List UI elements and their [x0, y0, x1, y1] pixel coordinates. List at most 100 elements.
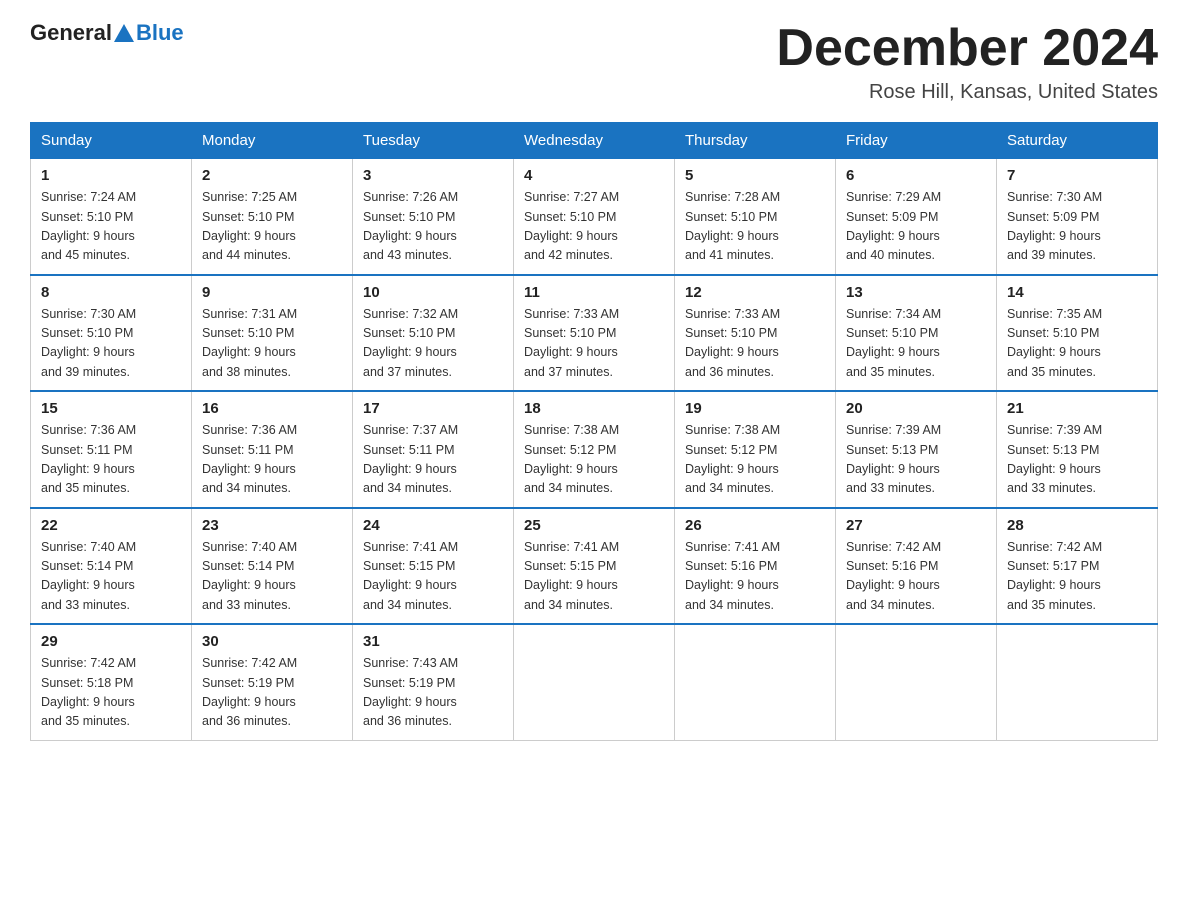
day-number: 2: [202, 167, 342, 184]
day-header-wednesday: Wednesday: [514, 123, 675, 158]
calendar-week-row: 22 Sunrise: 7:40 AMSunset: 5:14 PMDaylig…: [31, 508, 1158, 625]
calendar-cell: 1 Sunrise: 7:24 AMSunset: 5:10 PMDayligh…: [31, 158, 192, 275]
calendar-cell: 8 Sunrise: 7:30 AMSunset: 5:10 PMDayligh…: [31, 275, 192, 392]
logo: General Blue: [30, 20, 184, 46]
day-info: Sunrise: 7:42 AMSunset: 5:17 PMDaylight:…: [1007, 540, 1102, 612]
day-number: 8: [41, 284, 181, 301]
day-number: 26: [685, 517, 825, 534]
day-number: 24: [363, 517, 503, 534]
calendar-cell: 5 Sunrise: 7:28 AMSunset: 5:10 PMDayligh…: [675, 158, 836, 275]
day-info: Sunrise: 7:29 AMSunset: 5:09 PMDaylight:…: [846, 190, 941, 262]
day-number: 22: [41, 517, 181, 534]
calendar-cell: 6 Sunrise: 7:29 AMSunset: 5:09 PMDayligh…: [836, 158, 997, 275]
day-info: Sunrise: 7:26 AMSunset: 5:10 PMDaylight:…: [363, 190, 458, 262]
day-info: Sunrise: 7:39 AMSunset: 5:13 PMDaylight:…: [846, 423, 941, 495]
calendar-cell: 7 Sunrise: 7:30 AMSunset: 5:09 PMDayligh…: [997, 158, 1158, 275]
calendar-cell: 30 Sunrise: 7:42 AMSunset: 5:19 PMDaylig…: [192, 624, 353, 740]
calendar-cell: 31 Sunrise: 7:43 AMSunset: 5:19 PMDaylig…: [353, 624, 514, 740]
calendar-cell: 14 Sunrise: 7:35 AMSunset: 5:10 PMDaylig…: [997, 275, 1158, 392]
day-number: 21: [1007, 400, 1147, 417]
day-number: 31: [363, 633, 503, 650]
calendar-cell: 23 Sunrise: 7:40 AMSunset: 5:14 PMDaylig…: [192, 508, 353, 625]
day-info: Sunrise: 7:25 AMSunset: 5:10 PMDaylight:…: [202, 190, 297, 262]
calendar-subtitle: Rose Hill, Kansas, United States: [776, 81, 1158, 104]
day-number: 9: [202, 284, 342, 301]
calendar-week-row: 8 Sunrise: 7:30 AMSunset: 5:10 PMDayligh…: [31, 275, 1158, 392]
day-info: Sunrise: 7:34 AMSunset: 5:10 PMDaylight:…: [846, 307, 941, 379]
calendar-cell: 21 Sunrise: 7:39 AMSunset: 5:13 PMDaylig…: [997, 391, 1158, 508]
calendar-cell: [836, 624, 997, 740]
day-info: Sunrise: 7:42 AMSunset: 5:16 PMDaylight:…: [846, 540, 941, 612]
day-number: 7: [1007, 167, 1147, 184]
day-info: Sunrise: 7:40 AMSunset: 5:14 PMDaylight:…: [41, 540, 136, 612]
day-info: Sunrise: 7:31 AMSunset: 5:10 PMDaylight:…: [202, 307, 297, 379]
day-number: 10: [363, 284, 503, 301]
day-info: Sunrise: 7:41 AMSunset: 5:15 PMDaylight:…: [524, 540, 619, 612]
day-info: Sunrise: 7:32 AMSunset: 5:10 PMDaylight:…: [363, 307, 458, 379]
calendar-body: 1 Sunrise: 7:24 AMSunset: 5:10 PMDayligh…: [31, 158, 1158, 740]
day-number: 19: [685, 400, 825, 417]
day-header-tuesday: Tuesday: [353, 123, 514, 158]
calendar-cell: 16 Sunrise: 7:36 AMSunset: 5:11 PMDaylig…: [192, 391, 353, 508]
day-header-saturday: Saturday: [997, 123, 1158, 158]
day-number: 6: [846, 167, 986, 184]
calendar-cell: 24 Sunrise: 7:41 AMSunset: 5:15 PMDaylig…: [353, 508, 514, 625]
calendar-week-row: 15 Sunrise: 7:36 AMSunset: 5:11 PMDaylig…: [31, 391, 1158, 508]
day-number: 23: [202, 517, 342, 534]
calendar-cell: 12 Sunrise: 7:33 AMSunset: 5:10 PMDaylig…: [675, 275, 836, 392]
day-number: 30: [202, 633, 342, 650]
day-number: 29: [41, 633, 181, 650]
calendar-cell: 20 Sunrise: 7:39 AMSunset: 5:13 PMDaylig…: [836, 391, 997, 508]
day-info: Sunrise: 7:33 AMSunset: 5:10 PMDaylight:…: [685, 307, 780, 379]
day-number: 11: [524, 284, 664, 301]
calendar-cell: 9 Sunrise: 7:31 AMSunset: 5:10 PMDayligh…: [192, 275, 353, 392]
day-info: Sunrise: 7:36 AMSunset: 5:11 PMDaylight:…: [41, 423, 136, 495]
day-header-thursday: Thursday: [675, 123, 836, 158]
day-number: 13: [846, 284, 986, 301]
day-info: Sunrise: 7:39 AMSunset: 5:13 PMDaylight:…: [1007, 423, 1102, 495]
day-header-friday: Friday: [836, 123, 997, 158]
calendar-cell: [997, 624, 1158, 740]
calendar-cell: 19 Sunrise: 7:38 AMSunset: 5:12 PMDaylig…: [675, 391, 836, 508]
calendar-cell: 4 Sunrise: 7:27 AMSunset: 5:10 PMDayligh…: [514, 158, 675, 275]
day-info: Sunrise: 7:41 AMSunset: 5:15 PMDaylight:…: [363, 540, 458, 612]
day-info: Sunrise: 7:30 AMSunset: 5:09 PMDaylight:…: [1007, 190, 1102, 262]
logo-blue: Blue: [136, 20, 184, 46]
day-info: Sunrise: 7:36 AMSunset: 5:11 PMDaylight:…: [202, 423, 297, 495]
day-info: Sunrise: 7:37 AMSunset: 5:11 PMDaylight:…: [363, 423, 458, 495]
day-header-monday: Monday: [192, 123, 353, 158]
day-number: 3: [363, 167, 503, 184]
logo-general: General: [30, 20, 112, 46]
day-info: Sunrise: 7:40 AMSunset: 5:14 PMDaylight:…: [202, 540, 297, 612]
day-number: 15: [41, 400, 181, 417]
day-number: 1: [41, 167, 181, 184]
calendar-cell: 11 Sunrise: 7:33 AMSunset: 5:10 PMDaylig…: [514, 275, 675, 392]
calendar-cell: 22 Sunrise: 7:40 AMSunset: 5:14 PMDaylig…: [31, 508, 192, 625]
calendar-cell: 3 Sunrise: 7:26 AMSunset: 5:10 PMDayligh…: [353, 158, 514, 275]
calendar-week-row: 1 Sunrise: 7:24 AMSunset: 5:10 PMDayligh…: [31, 158, 1158, 275]
logo-triangle-icon: [114, 24, 134, 42]
day-number: 27: [846, 517, 986, 534]
day-info: Sunrise: 7:24 AMSunset: 5:10 PMDaylight:…: [41, 190, 136, 262]
day-info: Sunrise: 7:38 AMSunset: 5:12 PMDaylight:…: [685, 423, 780, 495]
calendar-cell: 27 Sunrise: 7:42 AMSunset: 5:16 PMDaylig…: [836, 508, 997, 625]
day-number: 25: [524, 517, 664, 534]
day-number: 14: [1007, 284, 1147, 301]
calendar-header-row: SundayMondayTuesdayWednesdayThursdayFrid…: [31, 123, 1158, 158]
day-info: Sunrise: 7:38 AMSunset: 5:12 PMDaylight:…: [524, 423, 619, 495]
day-info: Sunrise: 7:28 AMSunset: 5:10 PMDaylight:…: [685, 190, 780, 262]
calendar-cell: 13 Sunrise: 7:34 AMSunset: 5:10 PMDaylig…: [836, 275, 997, 392]
calendar-cell: [675, 624, 836, 740]
calendar-title: December 2024: [776, 20, 1158, 77]
calendar-cell: 18 Sunrise: 7:38 AMSunset: 5:12 PMDaylig…: [514, 391, 675, 508]
calendar-cell: 15 Sunrise: 7:36 AMSunset: 5:11 PMDaylig…: [31, 391, 192, 508]
calendar-table: SundayMondayTuesdayWednesdayThursdayFrid…: [30, 122, 1158, 741]
day-number: 16: [202, 400, 342, 417]
calendar-week-row: 29 Sunrise: 7:42 AMSunset: 5:18 PMDaylig…: [31, 624, 1158, 740]
calendar-cell: [514, 624, 675, 740]
day-info: Sunrise: 7:35 AMSunset: 5:10 PMDaylight:…: [1007, 307, 1102, 379]
day-info: Sunrise: 7:41 AMSunset: 5:16 PMDaylight:…: [685, 540, 780, 612]
day-info: Sunrise: 7:42 AMSunset: 5:18 PMDaylight:…: [41, 656, 136, 728]
day-number: 12: [685, 284, 825, 301]
calendar-cell: 25 Sunrise: 7:41 AMSunset: 5:15 PMDaylig…: [514, 508, 675, 625]
